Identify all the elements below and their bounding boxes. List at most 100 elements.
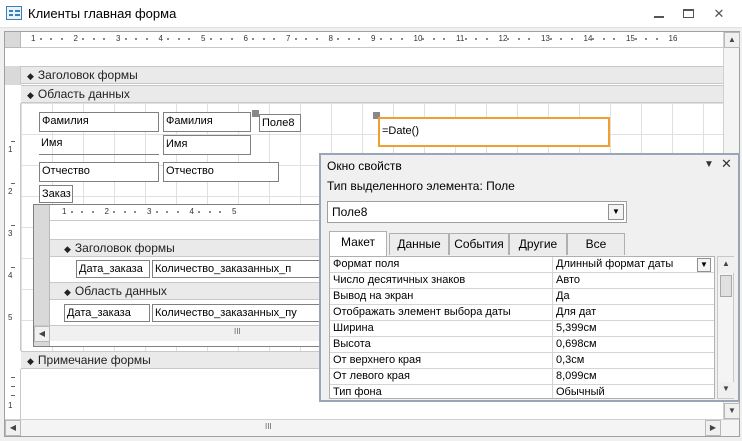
object-selector[interactable]: Поле8 ▼ xyxy=(327,201,627,223)
ruler-number: 1 xyxy=(62,207,67,216)
field-patronymic[interactable]: Отчество xyxy=(163,162,279,182)
section-header-bar[interactable]: ◆ Заголовок формы xyxy=(21,66,723,84)
subform-label-quantity[interactable]: Количество_заказанных_п xyxy=(152,260,324,278)
subform-label-date[interactable]: Дата_заказа xyxy=(76,260,150,278)
label-firstname[interactable]: Имя xyxy=(39,135,159,155)
move-handle[interactable] xyxy=(252,110,259,117)
ruler-number: 12 xyxy=(498,34,508,43)
close-icon[interactable]: ✕ xyxy=(721,156,732,172)
property-table[interactable]: Формат поля Длинный формат даты Число деся… xyxy=(329,256,715,399)
ruler-number: 3 xyxy=(8,229,13,238)
property-name: Тип фона xyxy=(333,386,382,398)
scroll-right-icon[interactable]: ▶ xyxy=(705,420,721,436)
tab-all[interactable]: Все xyxy=(567,233,625,255)
field-firstname[interactable]: Имя xyxy=(163,135,251,155)
ruler-tick xyxy=(252,38,255,40)
field-lastname[interactable]: Фамилия xyxy=(163,112,251,132)
subform-detail-bar[interactable]: ◆ Область данных xyxy=(50,282,324,300)
vertical-ruler-footer: 1 xyxy=(5,369,21,419)
ruler-tick xyxy=(167,38,170,40)
close-icon[interactable]: ✕ xyxy=(710,6,728,22)
ruler-number: 2 xyxy=(73,34,78,43)
subform-ruler: 1 2 3 4 5 xyxy=(50,205,324,221)
property-scrollbar[interactable]: ▲ ▼ xyxy=(717,256,734,399)
ruler-number: 3 xyxy=(116,34,121,43)
property-value[interactable]: 0,3см xyxy=(552,353,714,368)
ruler-tick xyxy=(634,38,637,40)
property-row[interactable]: Высота 0,698см xyxy=(330,337,714,353)
scroll-left-icon[interactable]: ◀ xyxy=(34,326,50,342)
scroll-thumb[interactable] xyxy=(720,275,732,297)
horizontal-ruler: 1 2 3 4 5 6 7 8 9 10 11 12 13 14 15 16 xyxy=(21,32,723,48)
field8-date-textbox[interactable]: =Date() xyxy=(378,117,610,147)
property-value[interactable]: Для дат xyxy=(552,305,714,320)
scroll-down-icon[interactable]: ▼ xyxy=(724,403,740,419)
subform-field-quantity[interactable]: Количество_заказанных_пу xyxy=(152,304,324,322)
scroll-up-icon[interactable]: ▲ xyxy=(724,32,740,48)
ruler-tick xyxy=(124,38,127,40)
ruler-tick xyxy=(39,38,42,40)
label-patronymic[interactable]: Отчество xyxy=(39,162,159,182)
property-value[interactable]: 0,698см xyxy=(552,337,714,352)
ruler-number: 2 xyxy=(8,187,13,196)
property-value[interactable]: Авто xyxy=(552,273,714,288)
property-name: Вывод на экран xyxy=(333,290,414,302)
window-title: Клиенты главная форма xyxy=(28,6,177,21)
tab-events[interactable]: События xyxy=(449,233,509,255)
property-row[interactable]: Формат поля Длинный формат даты xyxy=(330,257,714,273)
subform-field-date[interactable]: Дата_заказа xyxy=(64,304,150,322)
ruler-tick xyxy=(219,211,222,213)
property-row[interactable]: От левого края 8,099см xyxy=(330,369,714,385)
property-value[interactable]: 8,099см xyxy=(552,369,714,384)
ruler-tick xyxy=(188,38,191,40)
form-design-surface: 1 2 3 4 5 6 7 8 9 10 11 12 13 14 15 16 12345 1 ◆ Заголов… xyxy=(4,31,740,437)
property-row[interactable]: Вывод на экран Да xyxy=(330,289,714,305)
property-value[interactable]: Да xyxy=(552,289,714,304)
dropdown-icon[interactable]: ▼ xyxy=(608,204,624,220)
subform-selector[interactable] xyxy=(34,205,50,221)
ruler-tick xyxy=(475,38,478,40)
horizontal-scrollbar[interactable]: ◀ III ▶ xyxy=(5,419,739,436)
property-row[interactable]: Тип фона Обычный xyxy=(330,385,714,398)
tab-other[interactable]: Другие xyxy=(509,233,567,255)
dropdown-icon[interactable]: ▼ xyxy=(704,159,714,170)
subform-scroll-thumb[interactable]: III xyxy=(234,327,241,336)
property-value[interactable]: Длинный формат даты xyxy=(552,257,714,272)
property-name: Ширина xyxy=(333,322,374,334)
ruler-tick xyxy=(11,386,15,387)
property-row[interactable]: Число десятичных знаков Авто xyxy=(330,273,714,289)
label-field8[interactable]: Поле8 xyxy=(259,114,301,132)
property-sheet[interactable]: Окно свойств ▼ ✕ Тип выделенного элемент… xyxy=(319,153,740,402)
section-detail-bar[interactable]: ◆ Область данных xyxy=(21,85,723,103)
subform-hscrollbar[interactable]: ◀ III xyxy=(34,325,324,342)
property-value[interactable]: 5,399см xyxy=(552,321,714,336)
tab-layout[interactable]: Макет xyxy=(329,231,387,256)
minimize-icon[interactable] xyxy=(650,6,668,22)
property-row[interactable]: Ширина 5,399см xyxy=(330,321,714,337)
combo-dropdown[interactable]: ▼ xyxy=(697,258,711,272)
subform-container[interactable]: 12345 ◆ Заголовок формы Дата_заказа Колич… xyxy=(33,204,325,347)
section-detail-label: Область данных xyxy=(37,87,130,101)
scroll-left-icon[interactable]: ◀ xyxy=(5,420,21,436)
subform-header-label: Заголовок формы xyxy=(74,241,175,255)
property-row[interactable]: От верхнего края 0,3см xyxy=(330,353,714,369)
ruler-tick xyxy=(273,38,276,40)
property-row[interactable]: Отображать элемент выбора даты Для дат xyxy=(330,305,714,321)
ruler-number: 5 xyxy=(201,34,206,43)
property-value[interactable]: Обычный xyxy=(552,385,714,398)
scroll-up-icon[interactable]: ▲ xyxy=(718,257,734,273)
tab-data[interactable]: Данные xyxy=(389,233,449,255)
form-selector[interactable] xyxy=(5,32,21,48)
ruler-tick xyxy=(135,38,138,40)
restore-icon[interactable] xyxy=(680,6,698,22)
form-icon xyxy=(6,6,22,20)
label-order[interactable]: Заказ xyxy=(39,185,73,203)
ruler-tick xyxy=(70,211,73,213)
ruler-tick xyxy=(613,38,616,40)
ruler-number: 4 xyxy=(158,34,163,43)
section-footer-label: Примечание формы xyxy=(37,353,151,367)
scroll-down-icon[interactable]: ▼ xyxy=(718,382,734,398)
hscroll-thumb[interactable]: III xyxy=(265,422,272,431)
label-lastname[interactable]: Фамилия xyxy=(39,112,159,132)
subform-header-bar[interactable]: ◆ Заголовок формы xyxy=(50,239,324,257)
